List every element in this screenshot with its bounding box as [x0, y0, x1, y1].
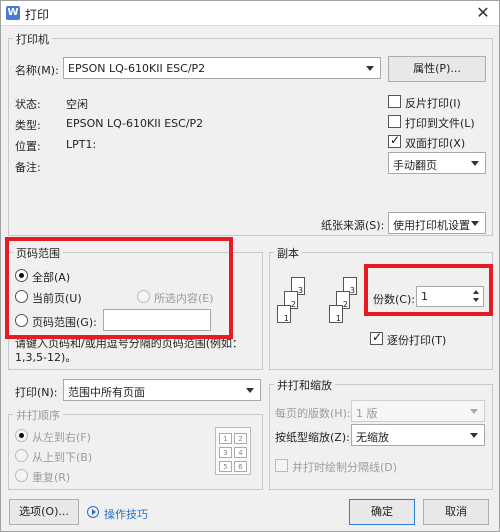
- chevron-down-icon: [471, 221, 479, 226]
- copies-group-title: 副本: [274, 245, 302, 261]
- play-circle-icon[interactable]: [87, 506, 99, 518]
- pages-per-sheet-select: 1 版: [351, 400, 485, 422]
- type-value: EPSON LQ-610KII ESC/P2: [66, 117, 204, 130]
- zoom-group-title: 并打和缩放: [274, 377, 335, 393]
- print-order-title: 并打顺序: [13, 407, 63, 423]
- chevron-down-icon: [471, 161, 479, 166]
- order-top-to-bottom-radio: [15, 449, 28, 462]
- copy-sheet: 1: [277, 305, 291, 323]
- status-label: 状态:: [15, 98, 41, 111]
- page-range-hint: 请键入页码和/或用逗号分隔的页码范围(例如：1,3,5-12)。: [15, 337, 243, 364]
- order-cell: 4: [234, 447, 247, 458]
- order-repeat-label: 重复(R): [32, 471, 71, 484]
- wps-writer-icon: W: [6, 6, 20, 20]
- dialog-title: 打印: [25, 8, 50, 22]
- duplex-mode-value: 手动翻页: [393, 159, 437, 172]
- pages-per-sheet-value: 1 版: [356, 407, 378, 420]
- collate-checkbox[interactable]: [370, 330, 383, 345]
- scale-select[interactable]: 无缩放: [351, 424, 485, 446]
- ok-button[interactable]: 确定: [349, 499, 415, 525]
- paper-source-value: 使用打印机设置: [393, 219, 470, 232]
- pages-per-sheet-label: 每页的版数(H):: [275, 407, 351, 420]
- paper-source-select[interactable]: 使用打印机设置: [388, 212, 486, 234]
- order-cell: 5: [219, 461, 232, 472]
- reverse-print-checkbox[interactable]: [388, 95, 401, 108]
- properties-button[interactable]: 属性(P)...: [388, 56, 486, 82]
- order-cell: 1: [219, 433, 232, 444]
- location-value: LPT1:: [66, 138, 97, 151]
- cancel-button[interactable]: 取消: [423, 499, 489, 525]
- copy-sheet: 1: [329, 305, 343, 323]
- order-left-to-right-label: 从左到右(F): [32, 431, 91, 444]
- printer-name-value: EPSON LQ-610KII ESC/P2: [68, 62, 206, 75]
- duplex-checkbox[interactable]: [388, 133, 401, 148]
- collate-label[interactable]: 逐份打印(T): [387, 332, 446, 348]
- chevron-down-icon: [246, 388, 254, 393]
- print-what-value: 范围中所有页面: [68, 386, 145, 399]
- copies-highlight: [364, 264, 493, 316]
- order-cell: 3: [219, 447, 232, 458]
- scale-value: 无缩放: [356, 431, 389, 444]
- order-grid-illustration: 1 2 3 4 5 6: [215, 427, 251, 475]
- location-label: 位置:: [15, 140, 41, 153]
- chevron-down-icon: [470, 409, 478, 414]
- paper-source-label: 纸张来源(S):: [321, 219, 385, 232]
- order-repeat-radio: [15, 469, 28, 482]
- printer-name-label: 名称(M):: [15, 64, 59, 77]
- reverse-print-label[interactable]: 反片打印(I): [405, 95, 461, 111]
- page-range-highlight: [5, 237, 233, 339]
- order-left-to-right-radio: [15, 429, 28, 442]
- print-what-label: 打印(N):: [15, 386, 58, 399]
- draw-borders-checkbox: [275, 459, 288, 472]
- duplex-mode-select[interactable]: 手动翻页: [388, 152, 486, 174]
- title-bar: W 打印 ✕: [1, 1, 499, 26]
- print-to-file-checkbox[interactable]: [388, 115, 401, 128]
- printer-group-title: 打印机: [13, 31, 52, 47]
- print-to-file-label[interactable]: 打印到文件(L): [405, 115, 475, 131]
- order-top-to-bottom-label: 从上到下(B): [32, 451, 93, 464]
- chevron-down-icon: [470, 433, 478, 438]
- duplex-label[interactable]: 双面打印(X): [405, 135, 465, 151]
- chevron-down-icon: [366, 66, 374, 71]
- printer-name-select[interactable]: EPSON LQ-610KII ESC/P2: [63, 57, 381, 79]
- status-value: 空闲: [66, 98, 88, 111]
- print-dialog: W 打印 ✕ 打印机 名称(M): EPSON LQ-610KII ESC/P2…: [0, 0, 500, 532]
- print-what-select[interactable]: 范围中所有页面: [63, 379, 261, 401]
- close-icon[interactable]: ✕: [473, 3, 493, 23]
- note-label: 备注:: [15, 161, 41, 174]
- options-button[interactable]: 选项(O)...: [9, 499, 79, 525]
- scale-label: 按纸型缩放(Z):: [275, 431, 350, 444]
- tips-link[interactable]: 操作技巧: [104, 506, 148, 522]
- type-label: 类型:: [15, 119, 41, 132]
- order-cell: 6: [234, 461, 247, 472]
- draw-borders-label: 并打时绘制分隔线(D): [292, 461, 398, 474]
- order-cell: 2: [234, 433, 247, 444]
